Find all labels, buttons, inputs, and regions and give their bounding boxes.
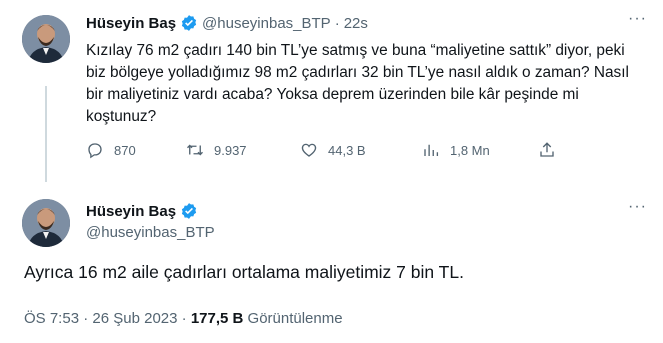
tweet2-text: Ayrıca 16 m2 aile çadırları ortalama mal… xyxy=(24,262,464,282)
views-count[interactable]: 177,5 B xyxy=(191,310,244,327)
tweet1-text: Kızılay 76 m2 çadırı 140 bin TL’ye satmı… xyxy=(86,42,629,125)
separator-dot: · xyxy=(79,310,93,327)
separator-dot: · xyxy=(334,14,340,32)
share-button[interactable] xyxy=(538,141,566,159)
tweet2-header: Hüseyin Baş @huseyinbas_BTP xyxy=(86,202,215,242)
like-count: 44,3 B xyxy=(328,142,366,158)
verified-badge-icon xyxy=(180,202,198,220)
tweet-date[interactable]: 26 Şub 2023 xyxy=(92,310,177,327)
heart-icon xyxy=(301,143,317,157)
retweet-count: 9.937 xyxy=(214,142,247,158)
separator-dot: · xyxy=(177,310,191,327)
more-options-icon[interactable]: ··· xyxy=(628,10,647,28)
thread-line xyxy=(45,86,47,182)
avatar[interactable] xyxy=(22,199,70,247)
reply-count: 870 xyxy=(114,142,136,158)
tweet-meta: ÖS 7:53 · 26 Şub 2023 · 177,5 B Görüntül… xyxy=(24,310,343,327)
like-button[interactable]: 44,3 B xyxy=(300,141,366,159)
views-count: 1,8 Mn xyxy=(450,142,490,158)
author-name[interactable]: Hüseyin Baş xyxy=(86,203,176,220)
author-handle[interactable]: @huseyinbas_BTP xyxy=(202,15,331,32)
retweet-icon xyxy=(187,144,203,156)
author-handle[interactable]: @huseyinbas_BTP xyxy=(86,224,215,241)
reply-button[interactable]: 870 xyxy=(86,141,136,159)
share-icon xyxy=(540,142,554,157)
tweet1-header: Hüseyin Baş @huseyinbas_BTP · 22s xyxy=(86,14,368,32)
views-button[interactable]: 1,8 Mn xyxy=(422,141,490,159)
views-chart-icon xyxy=(424,144,439,156)
retweet-button[interactable]: 9.937 xyxy=(186,141,247,159)
tweet-timestamp[interactable]: 22s xyxy=(344,15,368,32)
views-label: Görüntülenme xyxy=(243,310,343,327)
more-options-icon[interactable]: ··· xyxy=(628,198,647,216)
avatar[interactable] xyxy=(22,15,70,63)
author-name[interactable]: Hüseyin Baş xyxy=(86,15,176,32)
reply-icon xyxy=(88,143,102,159)
verified-badge-icon xyxy=(180,14,198,32)
tweet-time[interactable]: ÖS 7:53 xyxy=(24,310,79,327)
